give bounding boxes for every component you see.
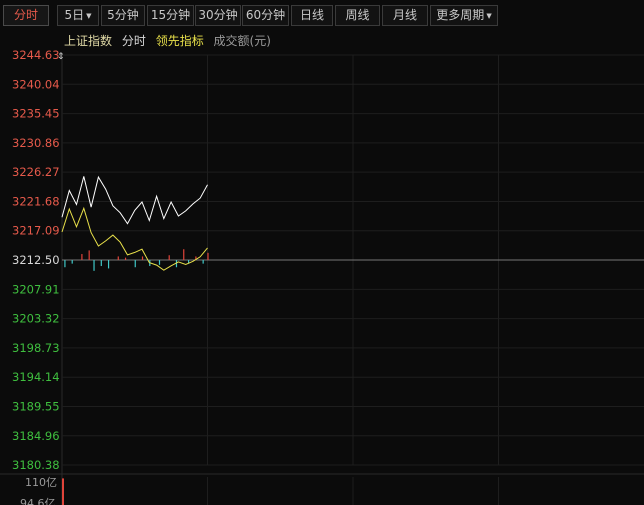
volume-max-label: 110亿 bbox=[25, 476, 57, 489]
volume-mid-label: 94.6亿 bbox=[20, 497, 56, 505]
y-tick-label: 3240.04 bbox=[12, 77, 60, 91]
y-tick-label: 3203.32 bbox=[12, 312, 60, 326]
intraday-chart[interactable]: 3244.63 3240.04 3235.45 3230.86 3226.27 3221.… bbox=[0, 0, 644, 505]
y-tick-label: 3230.86 bbox=[12, 136, 60, 150]
y-tick-label: 3189.55 bbox=[12, 399, 60, 413]
price-line bbox=[61, 175, 208, 225]
y-tick-label: 3207.91 bbox=[12, 282, 60, 296]
y-tick-label: 3217.09 bbox=[12, 224, 60, 238]
y-axis-labels: 3244.63 3240.04 3235.45 3230.86 3226.27 3221.… bbox=[12, 48, 65, 472]
series-lines bbox=[61, 175, 208, 271]
y-tick-label: 3198.73 bbox=[12, 341, 60, 355]
y-tick-label: 3180.38 bbox=[12, 458, 60, 472]
y-tick-label: 3235.45 bbox=[12, 107, 60, 121]
y-tick-label: 3244.63 bbox=[12, 48, 60, 62]
y-tick-label: 3226.27 bbox=[12, 165, 60, 179]
volume-panel: 110亿 94.6亿 bbox=[20, 476, 64, 505]
y-tick-label: 3212.50 bbox=[12, 253, 60, 267]
y-tick-label: 3184.96 bbox=[12, 429, 60, 443]
y-tick-label: 3221.68 bbox=[12, 194, 60, 208]
y-tick-label: 3194.14 bbox=[12, 370, 60, 384]
crosshair-marker-icon: ⇕ bbox=[57, 52, 65, 62]
chart-grid bbox=[0, 54, 644, 505]
